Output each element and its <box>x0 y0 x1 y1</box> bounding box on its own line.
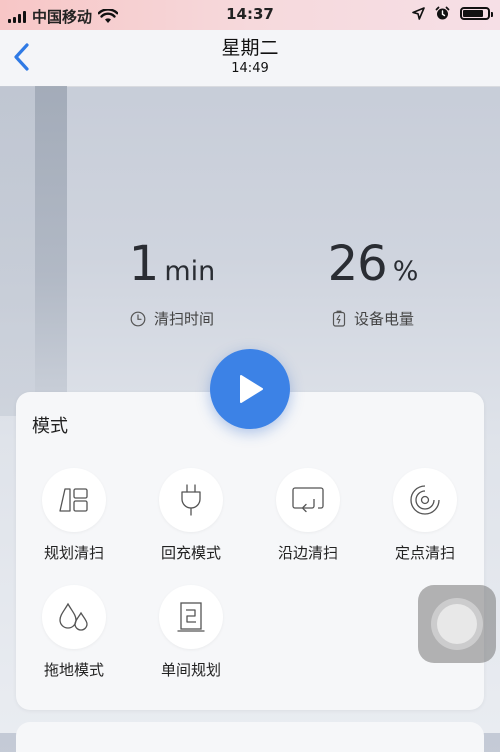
mode-item-label: 回充模式 <box>160 544 221 562</box>
mode-icon-circle <box>42 468 106 532</box>
page-subtitle: 14:49 <box>231 61 269 76</box>
mode-item-label: 单间规划 <box>160 661 221 679</box>
battery-label-row: 设备电量 <box>293 308 453 329</box>
edge-clean-icon <box>292 487 324 513</box>
mode-card: 模式 规划清扫 回充模式 沿边清扫 定点清扫 拖地模式 单间规划 <box>16 392 484 710</box>
clean-time-label-row: 清扫时间 <box>92 308 252 329</box>
battery-unit: % <box>392 256 419 287</box>
nav-bar: 星期二 14:49 <box>0 30 500 87</box>
mode-item-room-plan[interactable]: 单间规划 <box>141 585 241 680</box>
mode-item-plan-clean[interactable]: 规划清扫 <box>24 468 124 563</box>
spot-clean-icon <box>410 485 440 515</box>
battery-stat: 26% 设备电量 <box>293 236 453 329</box>
assistive-touch-icon <box>437 604 477 644</box>
mode-icon-circle <box>42 585 106 649</box>
clean-time-label: 清扫时间 <box>153 310 214 328</box>
mode-title: 模式 <box>32 416 68 437</box>
mode-icon-circle <box>393 468 457 532</box>
background-decoration <box>0 86 35 416</box>
plug-icon <box>181 484 201 516</box>
status-right <box>412 6 493 21</box>
clean-time-stat: 1 min 清扫时间 <box>92 236 252 329</box>
plan-clean-icon <box>59 488 88 512</box>
status-bar: 中国移动 14:37 <box>0 0 500 30</box>
battery-value: 26 <box>327 236 388 292</box>
location-arrow-icon <box>412 7 425 20</box>
battery-value-row: 26% <box>293 236 453 300</box>
page-title: 星期二 <box>221 37 279 59</box>
mode-icon-circle <box>159 585 223 649</box>
mode-item-edge-clean[interactable]: 沿边清扫 <box>258 468 358 563</box>
mode-icon-circle <box>276 468 340 532</box>
assistive-touch-button[interactable] <box>418 585 496 663</box>
mode-item-label: 定点清扫 <box>394 544 455 562</box>
mode-item-label: 沿边清扫 <box>277 544 338 562</box>
clean-time-value-row: 1 min <box>92 236 252 300</box>
alarm-icon <box>435 6 450 20</box>
play-icon <box>240 375 263 403</box>
mode-item-recharge[interactable]: 回充模式 <box>141 468 241 563</box>
mop-drops-icon <box>59 602 88 631</box>
start-clean-button[interactable] <box>210 349 290 429</box>
mode-item-label: 拖地模式 <box>43 661 104 679</box>
device-battery-icon <box>332 310 346 327</box>
battery-fill <box>463 10 484 17</box>
mode-item-spot-clean[interactable]: 定点清扫 <box>375 468 475 563</box>
mode-icon-circle <box>159 468 223 532</box>
battery-icon <box>460 7 493 20</box>
battery-label: 设备电量 <box>353 310 414 328</box>
background-decoration-strip <box>35 86 67 406</box>
room-plan-icon <box>177 602 205 632</box>
clean-time-value: 1 <box>128 236 160 292</box>
mode-item-mop[interactable]: 拖地模式 <box>24 585 124 680</box>
clean-time-unit: min <box>164 256 216 287</box>
clock-icon <box>130 311 146 326</box>
next-card-edge <box>16 722 484 752</box>
mode-item-label: 规划清扫 <box>43 544 104 562</box>
